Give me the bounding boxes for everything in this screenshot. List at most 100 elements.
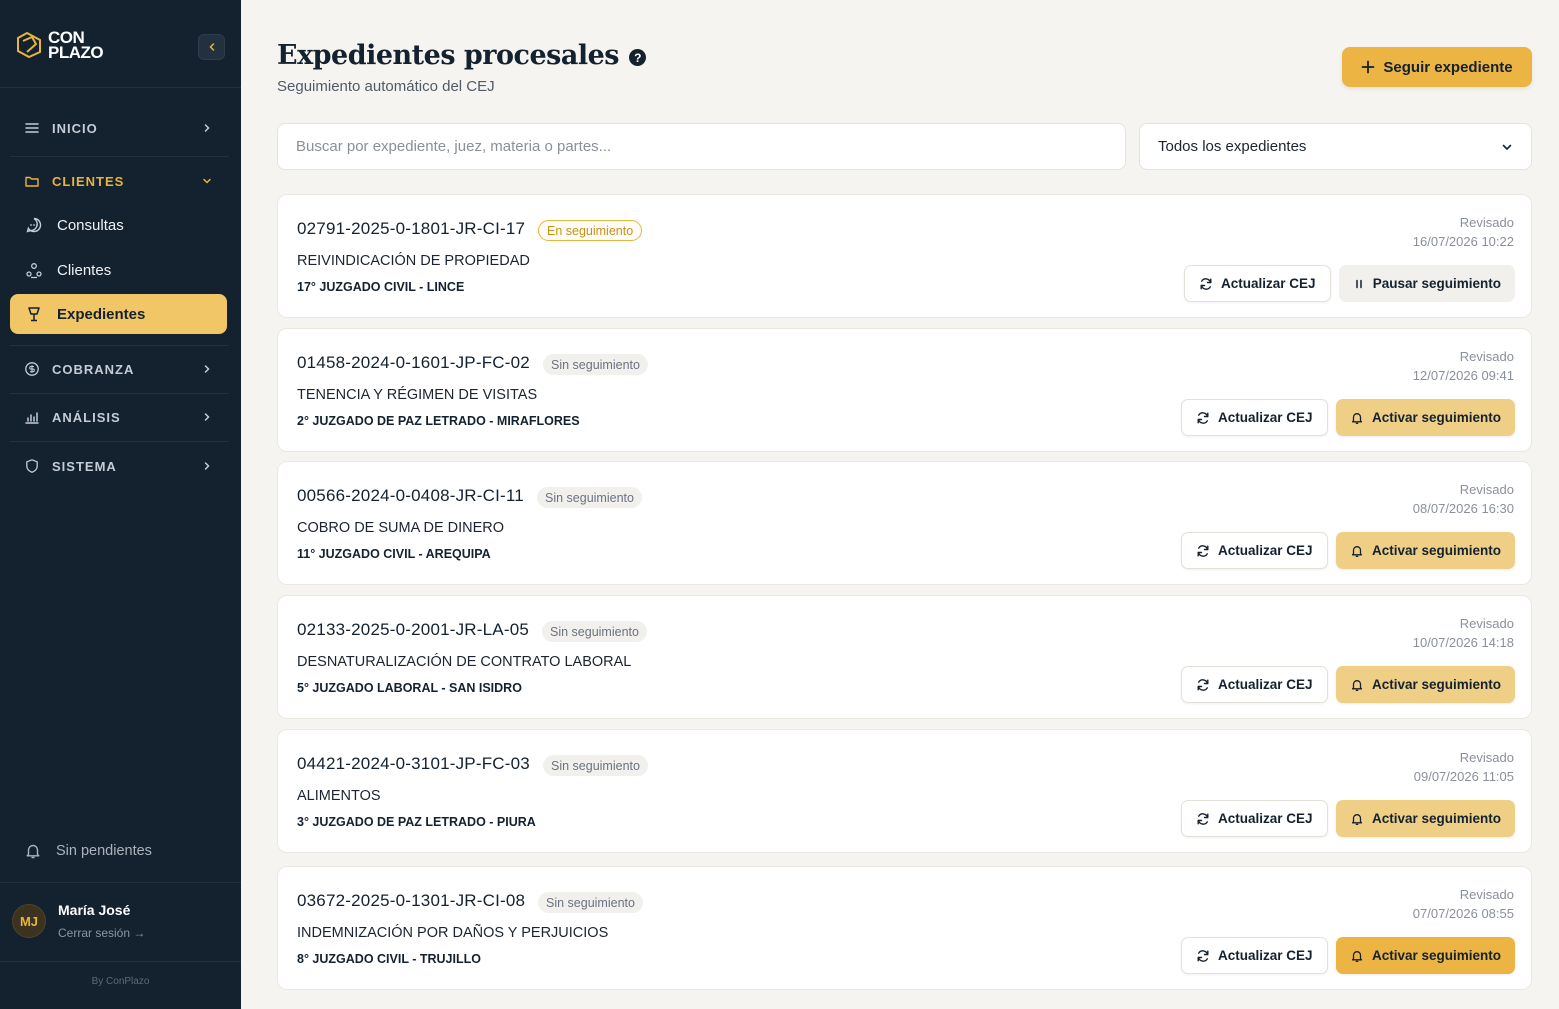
sidebar-item-label: Consultas — [57, 216, 124, 234]
update-cej-button[interactable]: Actualizar CEJ — [1181, 800, 1328, 837]
user-profile: MJ María José Cerrar sesión → — [12, 902, 145, 940]
update-cej-button[interactable]: Actualizar CEJ — [1184, 265, 1331, 302]
pause-icon — [1355, 279, 1362, 288]
nav-label: COBRANZA — [52, 361, 135, 377]
activate-tracking-button[interactable]: Activar seguimiento — [1335, 532, 1515, 569]
nav-separator — [10, 393, 229, 394]
reviewed-date: 12/07/2026 09:41 — [1412, 368, 1514, 383]
update-cej-button[interactable]: Actualizar CEJ — [1181, 937, 1328, 974]
case-court: 2° JUZGADO DE PAZ LETRADO - MIRAFLORES — [297, 414, 580, 428]
bell-icon — [1351, 813, 1363, 825]
nav-item-sistema[interactable]: SISTEMA — [10, 446, 227, 486]
activate-tracking-button[interactable]: Activar seguimiento — [1335, 937, 1515, 974]
plus-icon — [1361, 60, 1375, 74]
search-input[interactable] — [277, 123, 1126, 170]
follow-case-label: Seguir expediente — [1383, 58, 1513, 76]
case-card[interactable]: 01458-2024-0-1601-JP-FC-02 Sin seguimien… — [277, 328, 1532, 452]
sidebar-divider — [0, 961, 241, 962]
nav-separator — [10, 345, 229, 346]
case-number[interactable]: 00566-2024-0-0408-JR-CI-11 — [297, 486, 524, 506]
reviewed-label: Revisado — [1459, 887, 1514, 902]
status-badge: Sin seguimiento — [543, 354, 648, 375]
logout-link[interactable]: Cerrar sesión → — [58, 926, 145, 940]
reviewed-label: Revisado — [1459, 616, 1514, 631]
case-card[interactable]: 02133-2025-0-2001-JR-LA-05 Sin seguimien… — [277, 595, 1532, 719]
notifications-status[interactable]: Sin pendientes — [24, 842, 152, 860]
reviewed-date: 16/07/2026 10:22 — [1412, 234, 1514, 249]
nav-item-analisis[interactable]: ANÁLISIS — [10, 397, 227, 437]
refresh-icon — [1197, 411, 1209, 424]
coin-icon — [24, 361, 40, 377]
refresh-icon — [1200, 277, 1212, 290]
case-card[interactable]: 00566-2024-0-0408-JR-CI-11 Sin seguimien… — [277, 461, 1532, 585]
byline: By ConPlazo — [91, 976, 150, 987]
case-matter: DESNATURALIZACIÓN DE CONTRATO LABORAL — [297, 654, 632, 670]
refresh-icon — [1197, 949, 1209, 962]
reviewed-label: Revisado — [1459, 215, 1514, 230]
sidebar-item-label: Expedientes — [57, 305, 146, 323]
chevron-right-icon — [201, 460, 213, 472]
sidebar: CON PLAZO INICIO CLIENTES Consultas Clie… — [0, 0, 241, 1009]
nav-item-clientes[interactable]: CLIENTES — [10, 161, 227, 201]
update-cej-button[interactable]: Actualizar CEJ — [1181, 399, 1328, 436]
case-court: 17° JUZGADO CIVIL - LINCE — [297, 280, 465, 294]
reviewed-date: 07/07/2026 08:55 — [1412, 906, 1514, 921]
case-number[interactable]: 02791-2025-0-1801-JR-CI-17 — [297, 219, 525, 239]
activate-tracking-button[interactable]: Activar seguimiento — [1335, 399, 1515, 436]
page-title-text: Expedientes procesales — [277, 40, 620, 71]
activate-tracking-label: Activar seguimiento — [1371, 543, 1501, 558]
collapse-sidebar-button[interactable] — [198, 34, 225, 60]
update-cej-button[interactable]: Actualizar CEJ — [1181, 532, 1328, 569]
bell-icon — [1351, 679, 1363, 691]
update-cej-button[interactable]: Actualizar CEJ — [1181, 666, 1328, 703]
chevron-down-icon — [201, 175, 213, 187]
menu-icon — [24, 120, 40, 136]
filter-select-value: Todos los expedientes — [1158, 138, 1307, 155]
nav-label: ANÁLISIS — [52, 409, 121, 425]
case-number[interactable]: 03672-2025-0-1301-JR-CI-08 — [297, 891, 525, 911]
follow-case-button[interactable]: Seguir expediente — [1342, 47, 1532, 87]
case-matter: TENENCIA Y RÉGIMEN DE VISITAS — [297, 387, 538, 403]
sidebar-item-consultas[interactable]: Consultas — [10, 205, 227, 245]
sidebar-item-expedientes[interactable]: Expedientes — [10, 294, 227, 334]
case-number[interactable]: 02133-2025-0-2001-JR-LA-05 — [297, 620, 529, 640]
logo[interactable]: CON PLAZO — [14, 29, 104, 62]
pause-tracking-button[interactable]: Pausar seguimiento — [1338, 265, 1515, 302]
bell-icon — [1351, 545, 1363, 557]
update-cej-label: Actualizar CEJ — [1218, 677, 1313, 692]
sidebar-item-clientes[interactable]: Clientes — [10, 250, 227, 290]
case-number[interactable]: 01458-2024-0-1601-JP-FC-02 — [297, 353, 530, 373]
case-card[interactable]: 02791-2025-0-1801-JR-CI-17 En seguimient… — [277, 194, 1532, 318]
update-cej-label: Actualizar CEJ — [1221, 276, 1316, 291]
nav-item-inicio[interactable]: INICIO — [10, 108, 227, 148]
logo-line-2: PLAZO — [48, 43, 104, 62]
update-cej-label: Actualizar CEJ — [1218, 811, 1313, 826]
help-icon[interactable]: ? — [629, 49, 646, 66]
pause-tracking-label: Pausar seguimiento — [1372, 276, 1501, 291]
activate-tracking-button[interactable]: Activar seguimiento — [1335, 666, 1515, 703]
filter-select[interactable]: Todos los expedientes — [1139, 123, 1532, 170]
nav-separator — [10, 441, 229, 442]
activate-tracking-label: Activar seguimiento — [1371, 811, 1501, 826]
case-court: 11° JUZGADO CIVIL - AREQUIPA — [297, 547, 491, 561]
nav-item-cobranza[interactable]: COBRANZA — [10, 349, 227, 389]
activate-tracking-label: Activar seguimiento — [1371, 410, 1501, 425]
case-number[interactable]: 04421-2024-0-3101-JP-FC-03 — [297, 754, 530, 774]
case-card[interactable]: 04421-2024-0-3101-JP-FC-03 Sin seguimien… — [277, 729, 1532, 853]
reviewed-date: 09/07/2026 11:05 — [1413, 769, 1514, 784]
bar-chart-icon — [24, 409, 40, 425]
reviewed-label: Revisado — [1459, 482, 1514, 497]
bell-icon — [26, 844, 40, 859]
case-matter: COBRO DE SUMA DE DINERO — [297, 520, 505, 536]
case-card[interactable]: 03672-2025-0-1301-JR-CI-08 Sin seguimien… — [277, 866, 1532, 990]
avatar[interactable]: MJ — [12, 904, 46, 938]
status-badge: Sin seguimiento — [542, 621, 647, 642]
update-cej-label: Actualizar CEJ — [1218, 410, 1313, 425]
status-badge: Sin seguimiento — [538, 892, 643, 913]
nav-separator — [10, 156, 229, 157]
sidebar-item-label: Clientes — [57, 261, 112, 279]
activate-tracking-button[interactable]: Activar seguimiento — [1335, 800, 1515, 837]
nav-label: CLIENTES — [52, 173, 125, 189]
case-court: 3° JUZGADO DE PAZ LETRADO - PIURA — [297, 815, 536, 829]
page-subtitle: Seguimiento automático del CEJ — [277, 78, 495, 95]
